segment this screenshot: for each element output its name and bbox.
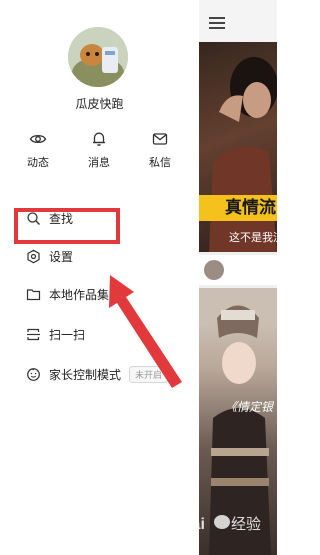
menu-item-local-works[interactable]: 本地作品集 <box>26 281 109 307</box>
quick-action-label: 消息 <box>88 156 110 169</box>
quick-action-label: 动态 <box>27 156 49 169</box>
eye-icon <box>29 130 47 148</box>
mail-icon <box>151 130 169 148</box>
menu-icon[interactable] <box>209 17 225 29</box>
quick-action-direct-messages[interactable]: 私信 <box>140 130 180 170</box>
svg-text:经验: 经验 <box>231 516 261 533</box>
banner-text: 真情流 <box>225 198 276 218</box>
svg-text:Bai: Bai <box>180 516 205 533</box>
annotation-arrow <box>109 275 182 388</box>
highlight-box <box>14 208 120 244</box>
side-drawer: 瓜皮快跑 动态 消息 私信 查找 设置 本地作品集 扫一扫 家长控制模式 未开启 <box>0 0 199 555</box>
feed-header <box>199 0 277 42</box>
avatar[interactable] <box>68 27 128 87</box>
video-banner: 真情流 这不是我流 <box>199 187 277 252</box>
username: 瓜皮快跑 <box>75 97 124 111</box>
folder-icon <box>26 287 41 302</box>
quick-action-messages[interactable]: 消息 <box>79 130 119 170</box>
menu-item-label: 扫一扫 <box>49 327 86 342</box>
parent-face-icon <box>26 367 41 382</box>
bell-icon <box>90 130 108 148</box>
author-row[interactable] <box>199 255 277 285</box>
author-avatar[interactable] <box>204 260 224 280</box>
video-card[interactable]: 真情流 这不是我流 <box>199 42 277 252</box>
settings-icon <box>26 249 41 264</box>
feed-panel: 真情流 这不是我流 《情定银 <box>199 0 277 555</box>
menu-item-settings[interactable]: 设置 <box>26 243 73 269</box>
quick-action-moments[interactable]: 动态 <box>18 130 58 170</box>
app-screen: 瓜皮快跑 动态 消息 私信 查找 设置 本地作品集 扫一扫 家长控制模式 未开启… <box>0 0 277 555</box>
menu-item-scan[interactable]: 扫一扫 <box>26 321 85 347</box>
quick-action-label: 私信 <box>149 156 171 169</box>
video-caption: 《情定银 <box>225 400 274 414</box>
menu-item-label: 设置 <box>49 249 74 264</box>
video-subcaption: 这不是我流 <box>229 231 277 244</box>
watermark: Bai 经验 <box>180 515 261 533</box>
scan-icon <box>26 327 41 342</box>
